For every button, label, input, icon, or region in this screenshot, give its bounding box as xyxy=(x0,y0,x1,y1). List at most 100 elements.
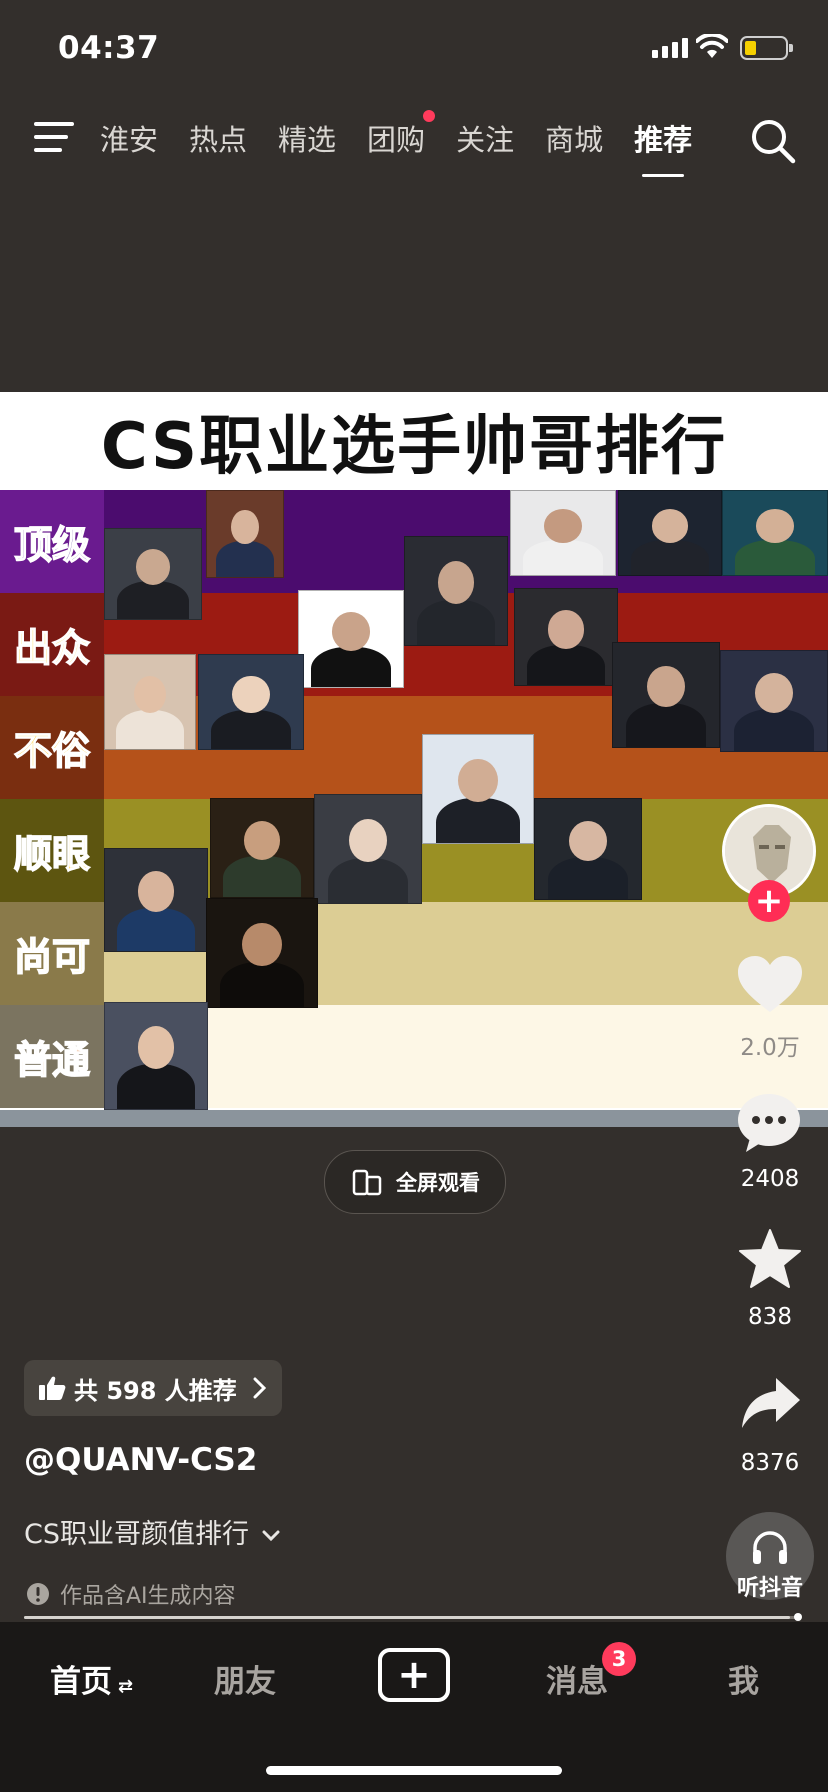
player-portrait xyxy=(314,794,422,904)
menu-icon[interactable] xyxy=(34,122,76,152)
nav-home-label: 首页 xyxy=(50,1664,112,1700)
listen-label: 听抖音 xyxy=(736,1576,803,1601)
portrait-face xyxy=(568,821,608,861)
portrait-body xyxy=(527,644,605,685)
video-progress-bar[interactable] xyxy=(24,1613,802,1621)
portrait-face xyxy=(242,922,282,966)
portrait-body xyxy=(523,539,603,575)
tab-3[interactable]: 团购 xyxy=(367,110,436,162)
portrait-body xyxy=(733,709,815,751)
tier-label: 普通 xyxy=(0,1005,104,1108)
top-tabs: 淮安 热点 精选 团购 关注 商城 推荐 xyxy=(100,110,723,177)
share-icon[interactable] xyxy=(740,1376,802,1430)
tab-4[interactable]: 关注 xyxy=(456,118,514,162)
player-portrait xyxy=(210,798,314,898)
caption-text: CS职业哥颜值排行 xyxy=(24,1519,249,1550)
portrait-body xyxy=(327,857,409,903)
follow-button[interactable]: + xyxy=(748,880,790,922)
home-indicator xyxy=(266,1766,562,1775)
portrait-face xyxy=(133,675,167,714)
video-player[interactable]: CS职业选手帅哥排行 顶级 出众 不俗 顺眼 尚可 普通 xyxy=(0,392,828,1127)
player-portrait xyxy=(206,490,284,578)
favorite-count: 838 xyxy=(748,1304,792,1330)
portrait-body xyxy=(117,1064,195,1109)
tier-label: 尚可 xyxy=(0,902,104,1005)
chevron-down-icon xyxy=(262,1530,280,1542)
info-icon xyxy=(27,1583,49,1605)
messages-badge: 3 xyxy=(602,1642,636,1676)
portrait-body xyxy=(311,646,391,687)
headphones-icon xyxy=(753,1531,787,1564)
share-count: 8376 xyxy=(740,1450,800,1476)
wifi-icon xyxy=(696,34,728,58)
player-portrait xyxy=(422,734,534,844)
tier-label: 顶级 xyxy=(0,490,104,593)
like-heart-icon[interactable] xyxy=(736,954,804,1014)
tab-label: 关注 xyxy=(456,123,515,157)
tab-label: 淮安 xyxy=(100,123,159,157)
progress-knob[interactable] xyxy=(794,1613,802,1621)
tab-1[interactable]: 热点 xyxy=(189,118,247,162)
recommend-pill[interactable]: 共 598 人推荐 xyxy=(24,1360,282,1416)
nav-messages[interactable]: 消息 xyxy=(546,1656,608,1701)
portrait-face xyxy=(458,758,498,802)
portrait-body xyxy=(117,908,195,951)
portrait-face xyxy=(437,560,475,604)
notification-dot xyxy=(423,110,436,122)
tab-6[interactable]: 推荐 xyxy=(634,118,693,177)
video-bottom-strip xyxy=(0,1110,828,1127)
search-icon[interactable] xyxy=(750,118,796,164)
portrait-body xyxy=(223,855,301,897)
portrait-body xyxy=(631,539,709,575)
progress-fill xyxy=(24,1616,791,1619)
tier-label: 不俗 xyxy=(0,696,104,799)
player-portrait xyxy=(198,654,304,750)
player-portrait xyxy=(510,490,616,576)
tab-2[interactable]: 精选 xyxy=(278,118,336,162)
nav-me[interactable]: 我 xyxy=(728,1656,759,1701)
nav-home[interactable]: 首页 ⇄ xyxy=(50,1656,133,1701)
fullscreen-button[interactable]: 全屏观看 xyxy=(324,1150,506,1214)
portrait-face xyxy=(651,509,689,544)
player-portrait xyxy=(104,848,208,952)
portrait-face xyxy=(137,1026,175,1069)
thumbs-up-icon xyxy=(39,1376,66,1400)
portrait-body xyxy=(436,797,520,843)
portrait-face xyxy=(135,548,171,585)
portrait-face xyxy=(243,820,281,860)
portrait-face xyxy=(756,509,794,544)
portrait-body xyxy=(735,539,815,575)
portrait-body xyxy=(417,599,495,645)
tab-label: 精选 xyxy=(278,123,337,157)
player-portrait xyxy=(534,798,642,900)
tab-active-underline xyxy=(642,174,685,177)
favorite-star-icon[interactable] xyxy=(738,1228,802,1290)
ai-content-note: 作品含AI生成内容 xyxy=(26,1578,236,1610)
video-caption[interactable]: CS职业哥颜值排行 xyxy=(24,1512,280,1551)
comment-icon[interactable] xyxy=(736,1092,802,1154)
tab-0[interactable]: 淮安 xyxy=(100,118,158,162)
portrait-face xyxy=(137,871,175,913)
portrait-face xyxy=(754,673,794,713)
chevron-right-icon xyxy=(253,1377,266,1399)
recommend-text: 共 598 人推荐 xyxy=(74,1376,237,1405)
nav-friends[interactable]: 朋友 xyxy=(214,1656,276,1701)
create-button[interactable]: + xyxy=(378,1648,450,1702)
tab-label: 团购 xyxy=(367,123,426,157)
tab-5[interactable]: 商城 xyxy=(545,118,603,162)
portrait-face xyxy=(547,610,585,649)
portrait-body xyxy=(115,709,185,749)
author-name[interactable]: @QUANV-CS2 xyxy=(24,1442,257,1478)
comment-count: 2408 xyxy=(740,1166,800,1192)
tab-label: 推荐 xyxy=(634,123,693,157)
ai-note-text: 作品含AI生成内容 xyxy=(60,1584,236,1609)
portrait-face xyxy=(348,818,388,862)
tier-label: 顺眼 xyxy=(0,799,104,902)
like-count: 2.0万 xyxy=(740,1035,800,1061)
rotate-screen-icon xyxy=(352,1169,382,1196)
player-portrait xyxy=(298,590,404,688)
player-portrait xyxy=(104,528,202,620)
tab-label: 热点 xyxy=(189,123,248,157)
player-portrait xyxy=(404,536,508,646)
player-portrait xyxy=(104,654,196,750)
